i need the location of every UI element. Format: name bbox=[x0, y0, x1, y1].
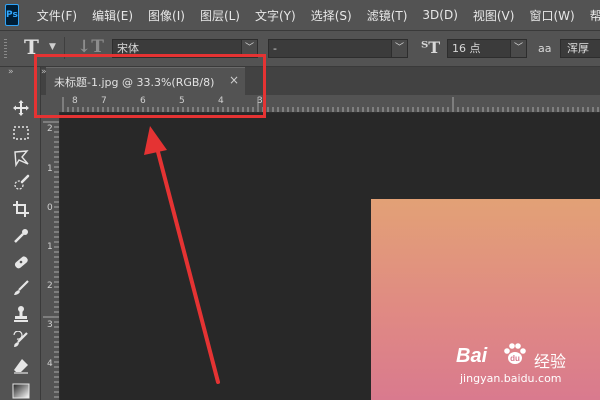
move-tool-icon[interactable] bbox=[12, 99, 30, 117]
jingyan-text: 经验 bbox=[534, 352, 567, 371]
menu-type[interactable]: 文字(Y) bbox=[255, 7, 296, 24]
menu-bar: Ps 文件(F) 编辑(E) 图像(I) 图层(L) 文字(Y) 选择(S) 滤… bbox=[0, 0, 600, 31]
baidu-logo-suffix: du bbox=[510, 354, 520, 363]
baidu-logo-text: Bai bbox=[456, 345, 488, 367]
annotation-highlight-box bbox=[34, 54, 266, 118]
marquee-tool-icon[interactable] bbox=[12, 124, 30, 142]
gradient-tool-icon[interactable] bbox=[12, 382, 30, 400]
antialias-select[interactable]: 浑厚 bbox=[560, 39, 600, 58]
menu-3d[interactable]: 3D(D) bbox=[422, 8, 457, 22]
brush-tool-icon[interactable] bbox=[12, 279, 30, 297]
ruler-label: 3 bbox=[47, 320, 53, 330]
paw-icon: du bbox=[504, 343, 526, 364]
photoshop-logo: Ps bbox=[5, 4, 19, 26]
ruler-label: 2 bbox=[47, 124, 53, 134]
collapse-toolbar-icon[interactable]: » bbox=[8, 67, 13, 77]
menu-edit[interactable]: 编辑(E) bbox=[92, 7, 133, 24]
vertical-ruler[interactable]: 2 1 0 1 2 3 4 bbox=[41, 112, 60, 400]
history-brush-tool-icon[interactable] bbox=[12, 331, 30, 349]
quick-select-tool-icon[interactable] bbox=[12, 174, 30, 192]
menu-select[interactable]: 选择(S) bbox=[311, 7, 352, 24]
healing-brush-tool-icon[interactable] bbox=[12, 253, 30, 271]
watermark-url: jingyan.baidu.com bbox=[460, 372, 562, 385]
options-grip[interactable] bbox=[4, 39, 7, 59]
font-size-chevron-icon[interactable]: ﹀ bbox=[510, 39, 527, 58]
ruler-label: 1 bbox=[47, 242, 53, 252]
ruler-label: 4 bbox=[47, 359, 53, 369]
crop-tool-icon[interactable] bbox=[12, 200, 30, 218]
eraser-tool-icon[interactable] bbox=[12, 357, 30, 375]
font-style-chevron-icon[interactable]: ﹀ bbox=[391, 39, 408, 58]
menu-layer[interactable]: 图层(L) bbox=[200, 7, 240, 24]
ruler-ticks bbox=[43, 121, 59, 398]
ruler-label: 1 bbox=[47, 164, 53, 174]
ruler-label: 0 bbox=[47, 203, 53, 213]
font-style-select[interactable]: - bbox=[268, 39, 408, 58]
menu-filter[interactable]: 滤镜(T) bbox=[367, 7, 408, 24]
baidu-jingyan-watermark: Bai du 经验 jingyan.baidu.com bbox=[456, 343, 600, 400]
menu-image[interactable]: 图像(I) bbox=[148, 7, 185, 24]
menu-view[interactable]: 视图(V) bbox=[473, 7, 515, 24]
antialias-icon: aa bbox=[538, 42, 552, 55]
font-size-icon: ᵀT bbox=[421, 38, 441, 57]
chevron-down-icon[interactable]: ▼ bbox=[49, 42, 56, 52]
menu-file[interactable]: 文件(F) bbox=[37, 7, 77, 24]
menu-help[interactable]: 帮助 bbox=[590, 7, 600, 24]
ruler-label: 2 bbox=[47, 281, 53, 291]
lasso-tool-icon[interactable] bbox=[12, 149, 30, 167]
eyedropper-tool-icon[interactable] bbox=[12, 227, 30, 245]
clone-stamp-tool-icon[interactable] bbox=[12, 305, 30, 323]
menu-window[interactable]: 窗口(W) bbox=[529, 7, 574, 24]
